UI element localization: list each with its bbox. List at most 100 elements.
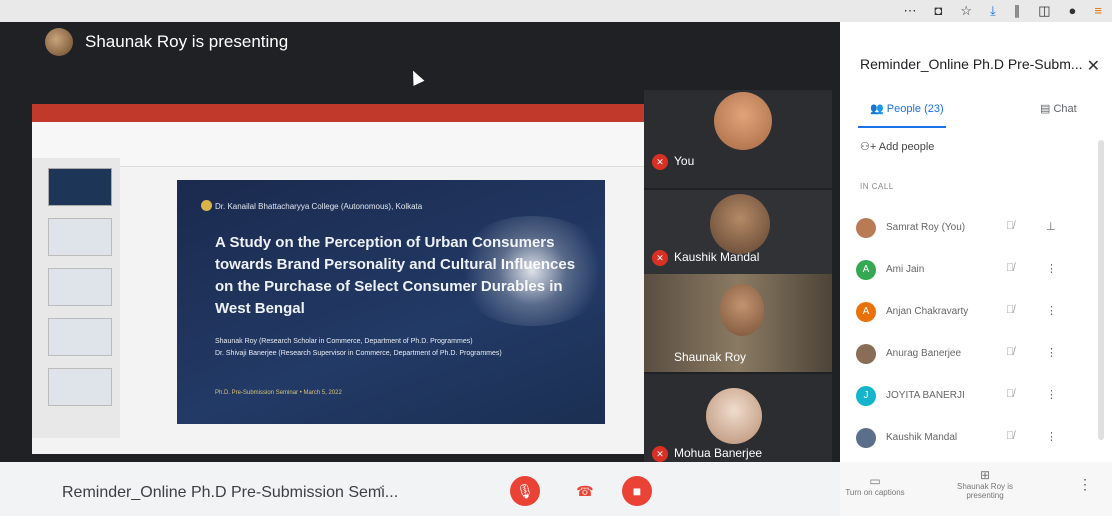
slide-thumbnails (32, 158, 120, 438)
mic-off-icon: ✕ (652, 154, 668, 170)
close-icon[interactable]: ✕ (1087, 56, 1100, 76)
participant-tile[interactable]: ✕ You (644, 90, 832, 188)
person-name: JOYITA BANERJI (886, 390, 965, 401)
list-item[interactable]: Samrat Roy (You) 🎙̸ ⊥ (856, 216, 1096, 244)
more-options-icon[interactable]: ⋮ (1046, 430, 1057, 443)
people-panel: Reminder_Online Ph.D Pre-Subm... ✕ 👥 Peo… (840, 22, 1112, 516)
participant-video (710, 194, 770, 254)
more-dots-icon[interactable]: ⋯ (903, 3, 916, 19)
browser-icons: ⋯ ◘ ☆ ⤓ ∥ ◫ ● ≡ (903, 3, 1102, 19)
menu-icon[interactable]: ≡ (1094, 3, 1102, 19)
leave-call-button[interactable]: ☎ (570, 476, 600, 506)
slide-college: Dr. Kanailal Bhattacharyya College (Auto… (215, 202, 423, 211)
meeting-title[interactable]: Reminder_Online Ph.D Pre-Submission Semi… (62, 484, 398, 502)
person-name: Ami Jain (886, 264, 925, 275)
list-item[interactable]: Anurag Banerjee 🎙̸ ⋮ (856, 342, 1096, 370)
avatar (856, 344, 876, 364)
slide-thumbnail (48, 218, 112, 256)
powerpoint-titlebar (32, 104, 644, 122)
more-options-icon[interactable]: ⋮ (1078, 476, 1092, 493)
browser-toolbar: ⋯ ◘ ☆ ⤓ ∥ ◫ ● ≡ (0, 0, 1112, 22)
person-name: Anurag Banerjee (886, 348, 962, 359)
meeting-controls-bar: Reminder_Online Ph.D Pre-Submission Semi… (0, 462, 840, 516)
avatar: A (856, 260, 876, 280)
presenting-label: Shaunak Roy is presenting (956, 482, 1014, 500)
star-icon[interactable]: ☆ (960, 3, 972, 19)
mic-off-icon: 🎙̸ (1006, 220, 1015, 232)
mic-toggle-button[interactable]: 🎙 (510, 476, 540, 506)
participant-name: You (674, 154, 695, 168)
shared-screen: Dr. Kanailal Bhattacharyya College (Auto… (32, 104, 644, 454)
panel-footer: ▭ Turn on captions ⊞ Shaunak Roy is pres… (840, 462, 1112, 516)
slide-footer: Ph.D. Pre-Submission Seminar • March 5, … (215, 390, 342, 396)
more-options-icon[interactable]: ⋮ (1046, 304, 1057, 317)
participant-tile[interactable]: Shaunak Roy (644, 274, 832, 372)
slide-authors: Shaunak Roy (Research Scholar in Commerc… (215, 336, 502, 360)
mic-off-icon: 🎙̸ (1006, 304, 1015, 316)
tab-chat-label: Chat (1053, 103, 1077, 115)
slide-thumbnail (48, 268, 112, 306)
participant-video (706, 388, 762, 444)
tab-people-label: People (23) (886, 103, 944, 115)
slide-author-1: Shaunak Roy (Research Scholar in Commerc… (215, 338, 473, 345)
library-icon[interactable]: ∥ (1014, 3, 1021, 19)
scrollbar[interactable] (1098, 140, 1104, 440)
captions-icon: ▭ (869, 474, 881, 488)
more-options-icon[interactable]: ⋮ (1046, 388, 1057, 401)
download-icon[interactable]: ⤓ (990, 3, 996, 19)
participant-video (714, 92, 772, 150)
mouse-cursor-icon (407, 68, 425, 86)
slide-thumbnail (48, 168, 112, 206)
slide-thumbnail (48, 318, 112, 356)
list-item[interactable]: J JOYITA BANERJI 🎙̸ ⋮ (856, 384, 1096, 412)
powerpoint-ribbon (32, 122, 644, 167)
tab-chat[interactable]: ▤ Chat (1040, 102, 1077, 115)
tab-people[interactable]: 👥 People (23) (870, 102, 944, 115)
pin-icon[interactable]: ⊥ (1046, 220, 1056, 233)
camera-toggle-button[interactable]: ■ (622, 476, 652, 506)
mic-off-icon: 🎙̸ (1006, 430, 1015, 442)
in-call-header: IN CALL (860, 182, 894, 191)
more-options-icon[interactable]: ⋮ (1046, 262, 1057, 275)
avatar: J (856, 386, 876, 406)
presenting-button[interactable]: ⊞ Shaunak Roy is presenting (950, 468, 1020, 500)
panel-title: Reminder_Online Ph.D Pre-Subm... (860, 56, 1083, 72)
more-options-icon[interactable]: ⋮ (1046, 346, 1057, 359)
person-name: Kaushik Mandal (886, 432, 958, 443)
avatar (856, 218, 876, 238)
participant-name: Kaushik Mandal (674, 250, 760, 264)
account-icon[interactable]: ● (1069, 3, 1077, 19)
slide-thumbnail (48, 368, 112, 406)
sidebar-icon[interactable]: ◫ (1038, 3, 1050, 19)
pocket-icon[interactable]: ◘ (934, 3, 942, 19)
participant-tile[interactable]: ✕ Mohua Banerjee (644, 374, 832, 472)
add-people-label: Add people (878, 141, 935, 153)
add-people-button[interactable]: ⚇+ Add people (860, 140, 934, 153)
avatar (856, 428, 876, 448)
person-name: Anjan Chakravarty (886, 306, 969, 317)
active-tab-indicator (858, 126, 946, 128)
person-name: Samrat Roy (You) (886, 222, 966, 233)
participant-name: Mohua Banerjee (674, 446, 763, 460)
captions-label: Turn on captions (845, 488, 905, 497)
presentation-area: Shaunak Roy is presenting Dr. Kanailal B… (0, 22, 840, 472)
presenter-avatar (45, 28, 73, 56)
present-icon: ⊞ (979, 468, 991, 482)
mic-off-icon: 🎙̸ (1006, 346, 1015, 358)
mic-off-icon: 🎙̸ (1006, 388, 1015, 400)
list-item[interactable]: A Ami Jain 🎙̸ ⋮ (856, 258, 1096, 286)
mic-off-icon: ✕ (652, 250, 668, 266)
participant-name: Shaunak Roy (674, 350, 747, 364)
captions-button[interactable]: ▭ Turn on captions (840, 474, 910, 497)
mic-off-icon: 🎙̸ (1006, 262, 1015, 274)
presenter-text: Shaunak Roy is presenting (85, 32, 289, 51)
screen-glare (452, 216, 612, 326)
panel-tabs: 👥 People (23) ▤ Chat (860, 102, 1100, 126)
add-person-icon: ⚇+ (860, 141, 877, 153)
avatar: A (856, 302, 876, 322)
slide-author-2: Dr. Shivaji Banerjee (Research Superviso… (215, 350, 502, 357)
chevron-up-icon[interactable]: ^ (378, 484, 384, 498)
list-item[interactable]: Kaushik Mandal 🎙̸ ⋮ (856, 426, 1096, 454)
list-item[interactable]: A Anjan Chakravarty 🎙̸ ⋮ (856, 300, 1096, 328)
mic-off-icon: ✕ (652, 446, 668, 462)
